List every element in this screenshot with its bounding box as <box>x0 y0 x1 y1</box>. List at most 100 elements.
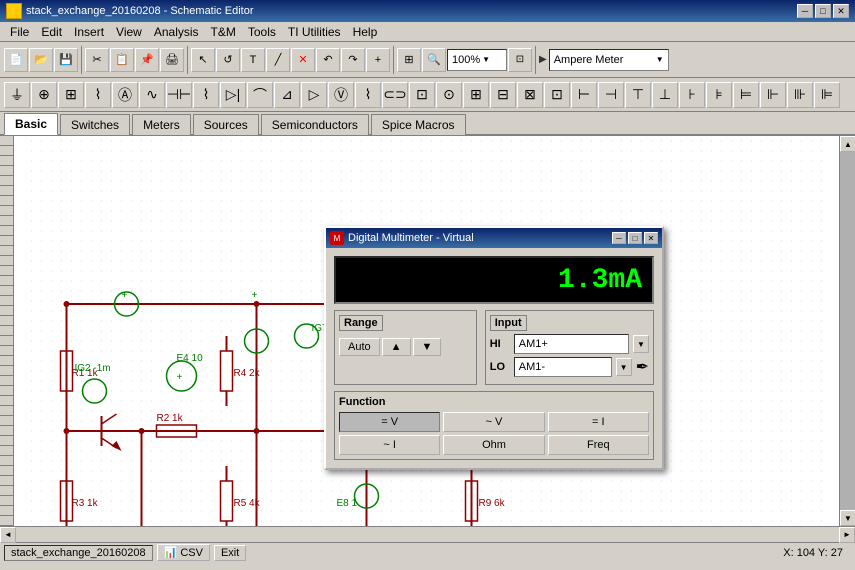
menu-insert[interactable]: Insert <box>68 23 110 41</box>
new-button[interactable]: 📄 <box>4 48 28 72</box>
comp-scope[interactable]: ⌇ <box>355 82 381 108</box>
comp-diode[interactable]: ▷| <box>220 82 246 108</box>
menu-ti-utilities[interactable]: TI Utilities <box>282 23 347 41</box>
func-freq[interactable]: Freq <box>548 435 649 455</box>
text-button[interactable]: T <box>241 48 265 72</box>
func-dc-i[interactable]: = I <box>548 412 649 432</box>
probe-icon[interactable]: ✒ <box>636 357 649 377</box>
copy-button[interactable]: 📋 <box>110 48 134 72</box>
dmm-icon: M <box>330 231 344 245</box>
zoom-in-button[interactable]: 🔍 <box>422 48 446 72</box>
comp-ground[interactable]: ⏚ <box>4 82 30 108</box>
comp-vcc[interactable]: ⊕ <box>31 82 57 108</box>
grid-button[interactable]: ⊞ <box>397 48 421 72</box>
paste-button[interactable]: 📌 <box>135 48 159 72</box>
comp-misc10[interactable]: ⊧ <box>706 82 732 108</box>
comp-misc11[interactable]: ⊨ <box>733 82 759 108</box>
tab-basic[interactable]: Basic <box>4 113 58 135</box>
tab-meters[interactable]: Meters <box>132 114 191 135</box>
menu-help[interactable]: Help <box>347 23 384 41</box>
func-ac-v[interactable]: ~ V <box>443 412 544 432</box>
menu-edit[interactable]: Edit <box>35 23 68 41</box>
func-ac-i[interactable]: ~ I <box>339 435 440 455</box>
comp-misc8[interactable]: ⊥ <box>652 82 678 108</box>
comp-misc4[interactable]: ⊡ <box>544 82 570 108</box>
func-ohm[interactable]: Ohm <box>443 435 544 455</box>
dmm-maximize[interactable]: □ <box>628 232 642 244</box>
comp-relay[interactable]: ⊡ <box>409 82 435 108</box>
comp-misc3[interactable]: ⊠ <box>517 82 543 108</box>
minimize-button[interactable]: ─ <box>797 4 813 18</box>
comp-voltmeter[interactable]: Ⓥ <box>328 82 354 108</box>
comp-inductor[interactable]: ⌇ <box>193 82 219 108</box>
dmm-close[interactable]: ✕ <box>644 232 658 244</box>
comp-switch[interactable]: ⌒ <box>247 82 273 108</box>
scroll-up-button[interactable]: ▲ <box>840 136 855 152</box>
comp-misc5[interactable]: ⊢ <box>571 82 597 108</box>
comp-junction[interactable]: ⊞ <box>58 82 84 108</box>
comp-misc12[interactable]: ⊩ <box>760 82 786 108</box>
comp-misc7[interactable]: ⊤ <box>625 82 651 108</box>
wire-button[interactable]: ╱ <box>266 48 290 72</box>
comp-misc13[interactable]: ⊪ <box>787 82 813 108</box>
cut-button[interactable]: ✂ <box>85 48 109 72</box>
instrument-dropdown[interactable]: Ampere Meter ▼ <box>549 49 669 71</box>
dmm-titlebar[interactable]: M Digital Multimeter - Virtual ─ □ ✕ <box>326 228 662 248</box>
tab-semiconductors[interactable]: Semiconductors <box>261 114 369 135</box>
schematic-canvas[interactable]: R6 3k R1 1k R2 1k R3 1k R4 2k <box>14 136 839 526</box>
scroll-track-right[interactable] <box>840 152 855 510</box>
comp-misc14[interactable]: ⊫ <box>814 82 840 108</box>
comp-transistor[interactable]: ⊿ <box>274 82 300 108</box>
open-button[interactable]: 📂 <box>29 48 53 72</box>
scroll-left-button[interactable]: ◄ <box>0 527 16 543</box>
rotate-button[interactable]: ↺ <box>216 48 240 72</box>
comp-opamp[interactable]: ▷ <box>301 82 327 108</box>
scroll-right-button[interactable]: ► <box>839 527 855 543</box>
comp-lamp[interactable]: ⊙ <box>436 82 462 108</box>
comp-misc2[interactable]: ⊟ <box>490 82 516 108</box>
maximize-button[interactable]: □ <box>815 4 831 18</box>
tab-sources[interactable]: Sources <box>193 114 259 135</box>
range-down-btn[interactable]: ▼ <box>413 338 442 356</box>
window-controls: ─ □ ✕ <box>797 4 849 18</box>
comp-misc6[interactable]: ⊣ <box>598 82 624 108</box>
comp-misc1[interactable]: ⊞ <box>463 82 489 108</box>
cursor-button[interactable]: ↖ <box>191 48 215 72</box>
csv-button[interactable]: 📊 CSV <box>157 544 210 561</box>
dmm-minimize[interactable]: ─ <box>612 232 626 244</box>
file-tab[interactable]: stack_exchange_20160208 <box>4 545 153 561</box>
lo-row: LO AM1- ▼ ✒ <box>490 357 649 377</box>
save-button[interactable]: 💾 <box>54 48 78 72</box>
menu-file[interactable]: File <box>4 23 35 41</box>
comp-resistor[interactable]: ⌇ <box>85 82 111 108</box>
close-button[interactable]: ✕ <box>833 4 849 18</box>
hi-dropdown[interactable]: AM1+ <box>514 334 629 354</box>
undo-button[interactable]: ↶ <box>316 48 340 72</box>
func-dc-v[interactable]: = V <box>339 412 440 432</box>
lo-dropdown[interactable]: AM1- <box>514 357 612 377</box>
comp-misc9[interactable]: ⊦ <box>679 82 705 108</box>
menu-view[interactable]: View <box>110 23 148 41</box>
lo-dropdown-arrow[interactable]: ▼ <box>616 358 632 376</box>
comp-xfmr[interactable]: ⊂⊃ <box>382 82 408 108</box>
comp-ac-source[interactable]: ∿ <box>139 82 165 108</box>
range-auto-btn[interactable]: Auto <box>339 338 380 356</box>
fit-button[interactable]: ⊡ <box>508 48 532 72</box>
hi-dropdown-arrow[interactable]: ▼ <box>633 335 649 353</box>
tab-spice-macros[interactable]: Spice Macros <box>371 114 466 135</box>
print-button[interactable]: 🖨 <box>160 48 184 72</box>
menu-tm[interactable]: T&M <box>205 23 242 41</box>
menu-analysis[interactable]: Analysis <box>148 23 205 41</box>
zoom-level[interactable]: 100% ▼ <box>447 49 507 71</box>
menu-tools[interactable]: Tools <box>242 23 282 41</box>
comp-ammeter[interactable]: Ⓐ <box>112 82 138 108</box>
delete-button[interactable]: ✕ <box>291 48 315 72</box>
exit-button[interactable]: Exit <box>214 545 246 561</box>
coordinates: X: 104 Y: 27 <box>783 547 843 559</box>
comp-capacitor[interactable]: ⊣⊢ <box>166 82 192 108</box>
tab-switches[interactable]: Switches <box>60 114 130 135</box>
scroll-down-button[interactable]: ▼ <box>840 510 855 526</box>
redo-button[interactable]: ↷ <box>341 48 365 72</box>
wire2-button[interactable]: + <box>366 48 390 72</box>
range-up-btn[interactable]: ▲ <box>382 338 411 356</box>
